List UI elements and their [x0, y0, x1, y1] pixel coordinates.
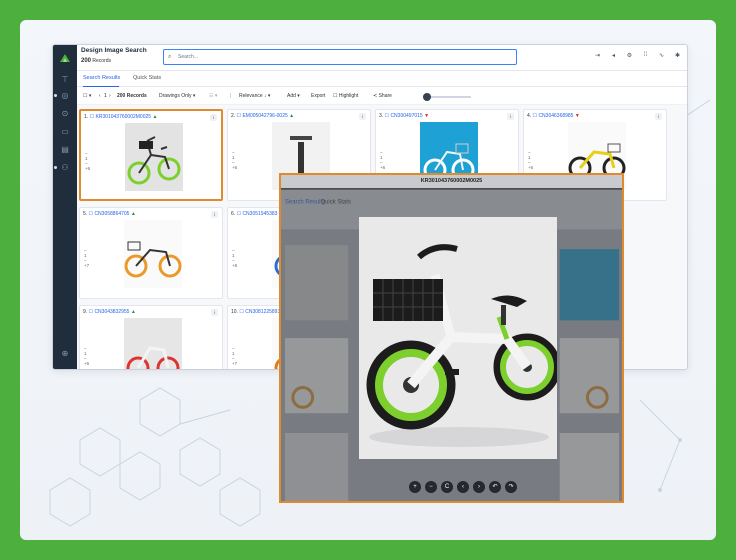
zoom-in-button[interactable]: +	[409, 481, 421, 493]
bike-thumbnail	[125, 123, 183, 191]
nav-users-icon[interactable]: ⚇	[53, 161, 77, 175]
sort-dropdown[interactable]: Relevance ↓ ▾	[239, 93, 270, 99]
search-icon: ⌕	[168, 54, 172, 60]
gear-icon[interactable]: ✱	[674, 52, 681, 59]
info-icon[interactable]: i	[507, 113, 514, 120]
next-image-button[interactable]: ›	[473, 481, 485, 493]
info-icon[interactable]: i	[211, 211, 218, 218]
card-id-link[interactable]: 4. ☐ CN3046368985 ▼	[527, 113, 580, 119]
card-meta: –1– +6	[84, 346, 90, 366]
filter-dropdown[interactable]: Drawings Only ▾	[159, 93, 195, 99]
image-lightbox: KR301043760002M0025 Search Results Quick…	[279, 173, 624, 503]
lightbox-controls: + − C ‹ › ↶ ↷	[409, 481, 517, 493]
svg-text:Search Results: Search Results	[285, 200, 325, 206]
card-id-link[interactable]: 3. ☐ CN30049701​5 ▼	[379, 113, 429, 119]
select-all-checkbox[interactable]: ☐ ▾	[83, 93, 91, 99]
view-toggle[interactable]: ☷ ▾	[209, 93, 217, 99]
divider: |	[230, 93, 232, 99]
slider-knob[interactable]	[423, 93, 431, 101]
card-id-link[interactable]: 5. ☐ CN3058864705 ▲	[83, 211, 136, 217]
search-placeholder: Search...	[178, 54, 199, 60]
nav-history-icon[interactable]: ⊙	[53, 107, 77, 121]
rotate-left-button[interactable]: ↶	[489, 481, 501, 493]
result-card[interactable]: 5. ☐ CN3058864705 ▲ i –1– +7	[79, 207, 223, 299]
bike-thumbnail	[124, 318, 182, 369]
nav-folder-icon[interactable]: ▭	[53, 125, 77, 139]
grid-icon[interactable]: ⁞⁞	[642, 52, 649, 59]
lightbox-title: KR301043760002M0025	[281, 175, 622, 188]
thumbnail-size-slider[interactable]	[423, 93, 471, 101]
reset-button[interactable]: C	[441, 481, 453, 493]
background-canvas: ⊤ ◎ ⊙ ▭ ▤ ⚇ ⊕ Design Image Search 200 Re…	[20, 20, 716, 540]
tab-search-results[interactable]: Search Results	[83, 75, 120, 81]
card-id-link[interactable]: 1. ☐ KR301043760002M0025 ▲	[84, 114, 157, 120]
add-dropdown[interactable]: Add ▾	[287, 93, 300, 99]
logo-icon	[60, 54, 70, 62]
results-count: 200 Records	[117, 93, 147, 99]
sidebar: ⊤ ◎ ⊙ ▭ ▤ ⚇ ⊕	[53, 45, 77, 369]
tab-quick-stats[interactable]: Quick Stats	[133, 75, 161, 81]
toolbar-icons: ⇥ ◂ ⚙ ⁞⁞ ∿ ✱	[594, 52, 681, 59]
search-input[interactable]: ⌕ Search...	[163, 49, 517, 65]
bike-thumbnail	[124, 220, 182, 288]
card-meta: –1– +7	[84, 248, 90, 268]
logout-icon[interactable]: ⇥	[594, 52, 601, 59]
nav-search-icon[interactable]: ◎	[53, 89, 77, 103]
nav-report-icon[interactable]: ▤	[53, 143, 77, 157]
share-button[interactable]: ≺ Share	[373, 93, 392, 99]
card-meta: –1– +6	[528, 150, 534, 170]
info-icon[interactable]: i	[210, 114, 217, 121]
highlight-toggle[interactable]: ☐ Highlight	[333, 93, 358, 99]
svg-text:Quick Stats: Quick Stats	[321, 200, 351, 206]
info-icon[interactable]: i	[655, 113, 662, 120]
result-card[interactable]: 9. ☐ CN3043832955 ▲ i –1– +6	[79, 305, 223, 369]
record-count: 200 Records	[81, 58, 112, 64]
info-icon[interactable]: i	[211, 309, 218, 316]
enlarged-bike-photo	[359, 217, 557, 459]
card-meta: –1– +6	[232, 248, 238, 268]
export-button[interactable]: Export	[311, 93, 325, 99]
card-meta: –1– +6	[232, 150, 238, 170]
prev-image-button[interactable]: ‹	[457, 481, 469, 493]
zoom-out-button[interactable]: −	[425, 481, 437, 493]
nav-globe-icon[interactable]: ⊕	[53, 347, 77, 361]
card-meta: –1– +7	[232, 346, 238, 366]
page-next-button[interactable]: ›	[109, 93, 111, 99]
card-id-link[interactable]: 6. ☐ CN3051945383	[231, 211, 277, 217]
tab-bar: Search Results Quick Stats	[77, 71, 687, 87]
results-toolbar: ☐ ▾ ‹ 1 › 200 Records Drawings Only ▾ ☷ …	[77, 87, 687, 105]
page-prev-button[interactable]: ‹	[99, 93, 101, 99]
rotate-right-button[interactable]: ↷	[505, 481, 517, 493]
card-meta: –1– +6	[380, 150, 386, 170]
nav-filter-icon[interactable]: ⊤	[53, 73, 77, 87]
result-card[interactable]: 1. ☐ KR301043760002M0025 ▲ i –1– +6	[79, 109, 223, 201]
card-id-link[interactable]: 2. ☐ EM00504279​6-0025 ▲	[231, 113, 294, 119]
card-meta: –1– +6	[85, 151, 91, 171]
announce-icon[interactable]: ◂	[610, 52, 617, 59]
page-number: 1	[104, 93, 107, 99]
top-bar: Design Image Search 200 Records ⌕ Search…	[77, 45, 687, 71]
info-icon[interactable]: i	[359, 113, 366, 120]
settings-icon[interactable]: ⚙	[626, 52, 633, 59]
card-id-link[interactable]: 9. ☐ CN3043832955 ▲	[83, 309, 136, 315]
pulse-icon[interactable]: ∿	[658, 52, 665, 59]
app-title: Design Image Search	[81, 47, 147, 54]
card-id-link[interactable]: 10. ☐ CN3081225893	[231, 309, 280, 315]
